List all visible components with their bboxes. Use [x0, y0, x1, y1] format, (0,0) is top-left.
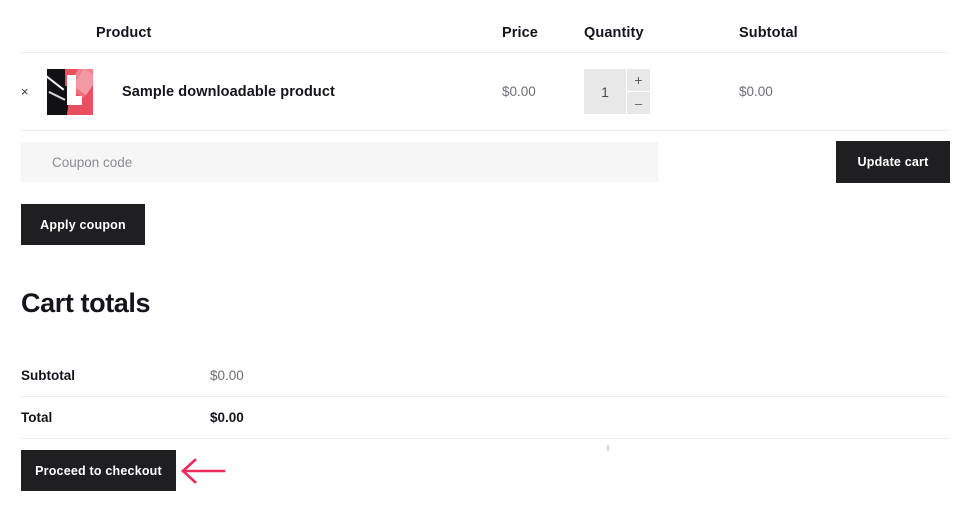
- proceed-to-checkout-button[interactable]: Proceed to checkout: [21, 450, 176, 491]
- totals-label-subtotal: Subtotal: [21, 368, 75, 383]
- totals-value-subtotal: $0.00: [210, 368, 244, 383]
- cart-table: Product Price Quantity Subtotal × Sample…: [21, 14, 949, 131]
- quantity-stepper[interactable]: + –: [584, 69, 650, 114]
- page-title: Cart totals: [21, 288, 151, 318]
- table-row: × Sample downloadable product $0.00 1 + …: [21, 53, 949, 131]
- product-name-link[interactable]: Sample downloadable product: [122, 84, 335, 100]
- update-cart-button[interactable]: Update cart: [836, 141, 950, 183]
- cursor-artifact: [607, 445, 609, 451]
- quantity-increase-button[interactable]: +: [627, 69, 650, 91]
- cart-totals-table: Subtotal $0.00 Total $0.00: [21, 355, 949, 439]
- apply-coupon-button[interactable]: Apply coupon: [21, 204, 145, 245]
- coupon-code-input[interactable]: [21, 142, 658, 182]
- column-header-price: Price: [502, 25, 538, 41]
- column-header-quantity: Quantity: [584, 25, 644, 41]
- remove-item-icon[interactable]: ×: [21, 85, 47, 98]
- arrow-left-icon: [181, 458, 226, 484]
- cart-page: Product Price Quantity Subtotal × Sample…: [0, 0, 969, 518]
- cart-item-price: $0.00: [502, 84, 536, 99]
- thumbnail-letter-l: [67, 74, 82, 106]
- column-header-subtotal: Subtotal: [739, 25, 798, 41]
- totals-row-subtotal: Subtotal $0.00: [21, 355, 949, 397]
- cart-item-quantity-cell: + –: [584, 69, 739, 114]
- cart-item-subtotal: $0.00: [739, 84, 773, 99]
- cart-item-product-cell: × Sample downloadable product: [21, 68, 502, 115]
- totals-label-total: Total: [21, 410, 53, 425]
- quantity-input[interactable]: [584, 69, 626, 114]
- totals-row-total: Total $0.00: [21, 397, 949, 439]
- totals-value-total: $0.00: [210, 410, 244, 425]
- product-thumbnail[interactable]: [47, 68, 93, 115]
- column-header-product: Product: [96, 25, 152, 41]
- quantity-buttons: + –: [627, 69, 650, 114]
- cart-table-header-row: Product Price Quantity Subtotal: [21, 14, 949, 53]
- quantity-decrease-button[interactable]: –: [627, 92, 650, 114]
